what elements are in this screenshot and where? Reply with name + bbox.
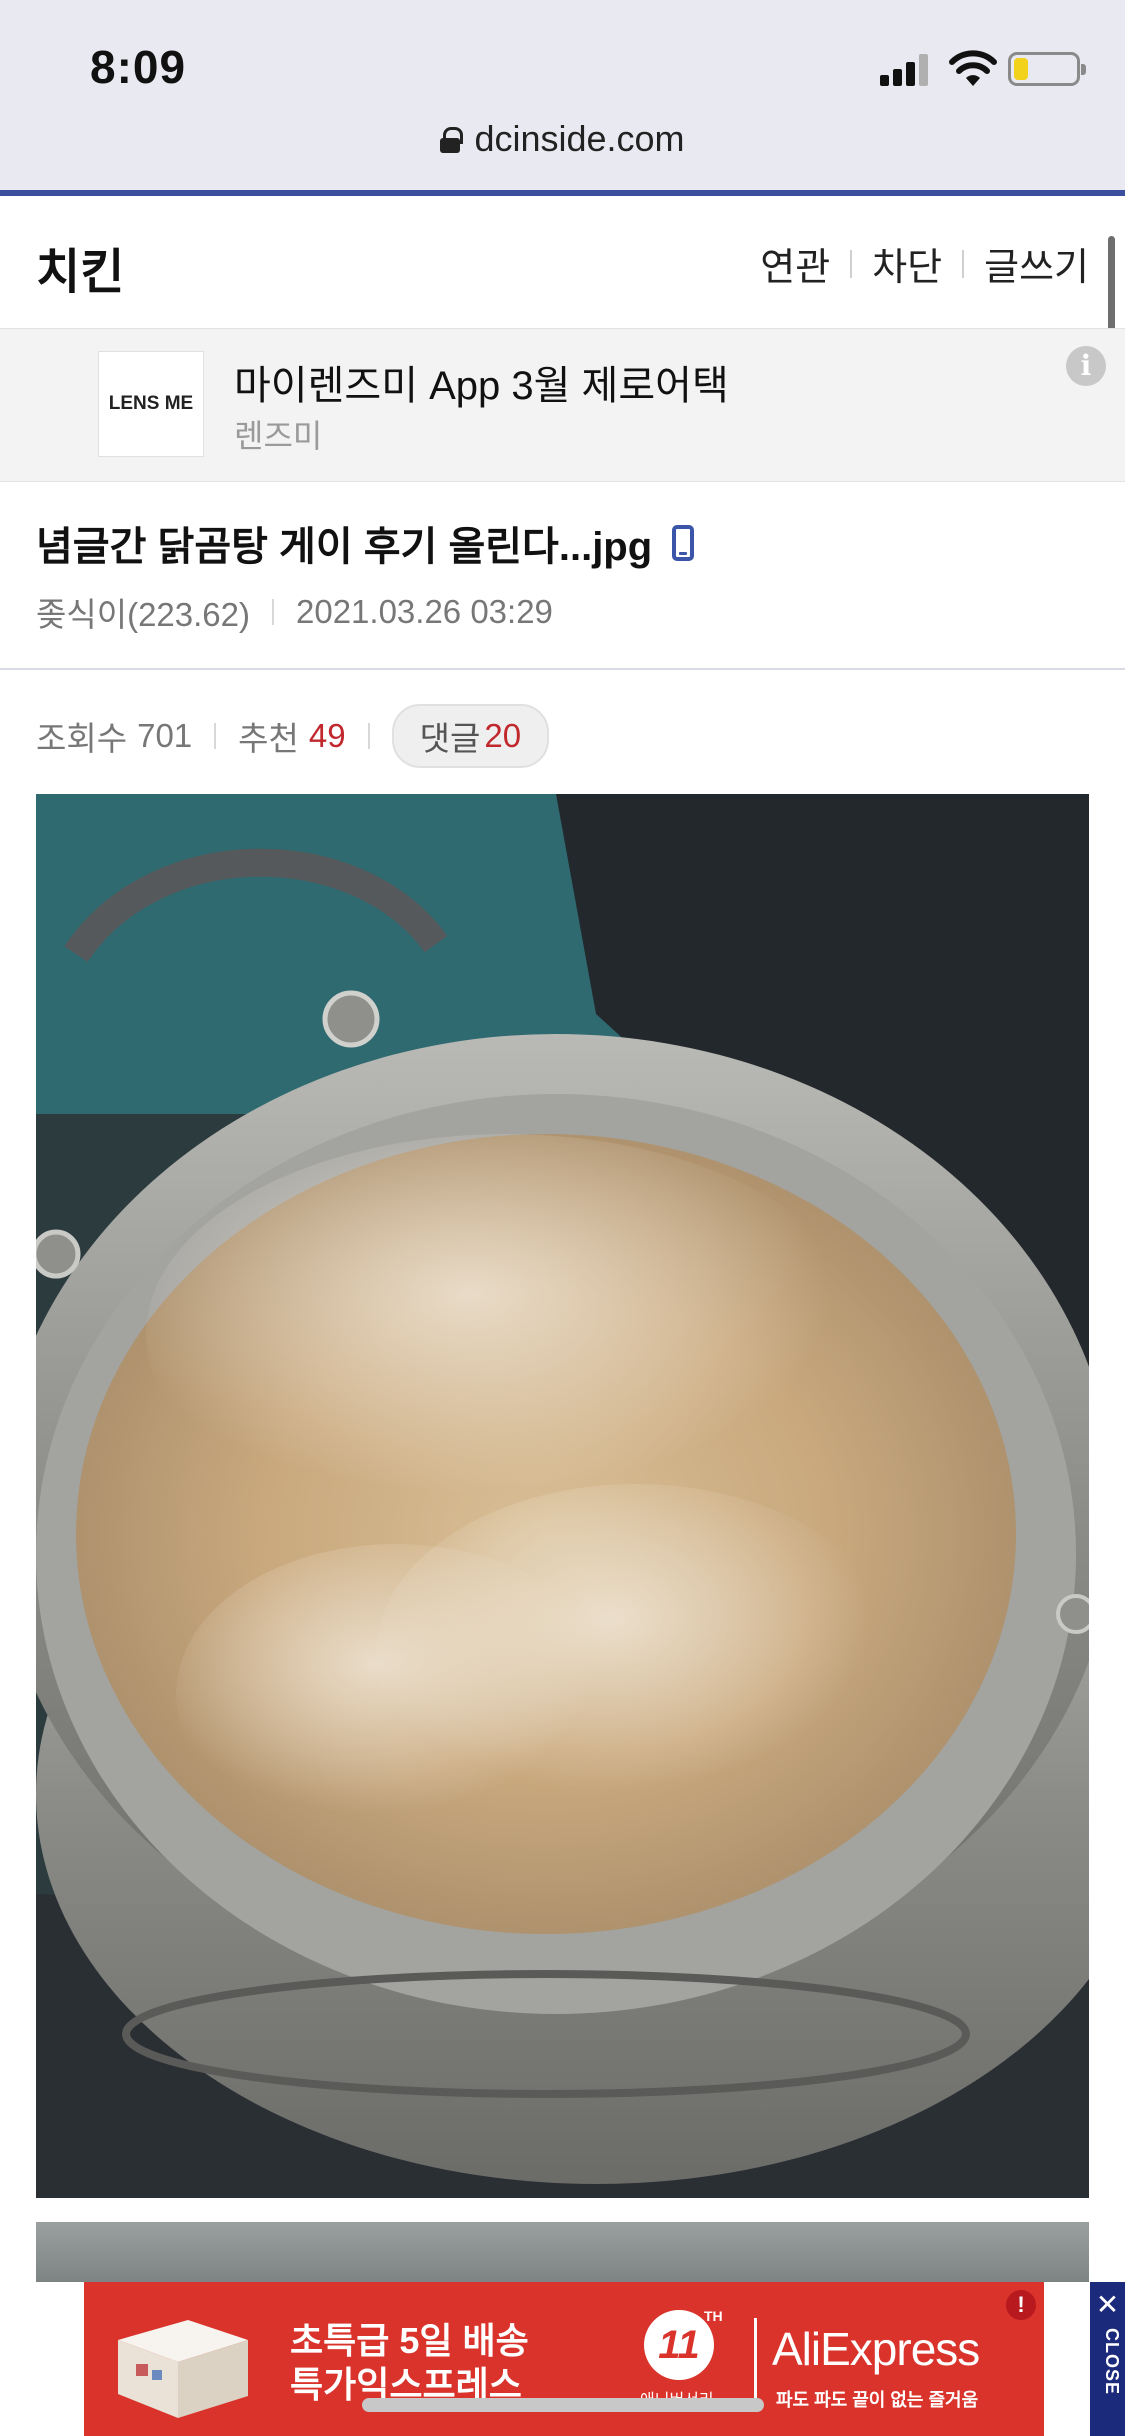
views-count: 701 [137,717,193,754]
post-author[interactable]: 좆식이(223.62) [36,588,250,636]
post-title-text: 념글간 닭곰탕 게이 후기 올린다...jpg [36,525,653,569]
gallery-nav: 연관 차단 글쓰기 [760,236,1089,291]
post-meta: 좆식이(223.62) 2021.03.26 03:29 [36,588,553,636]
browser-top-bar: 8:09 dcinside.com [0,0,1125,190]
post-stats: 조회수 701 추천 49 댓글 20 [36,704,550,768]
post-date: 2021.03.26 03:29 [296,593,553,630]
info-icon[interactable]: i [1066,346,1106,386]
comments-label: 댓글 [419,720,481,757]
comments-count: 20 [484,717,522,754]
write-link[interactable]: 글쓰기 [984,236,1089,291]
ad-slogan: 파도 파도 끝이 없는 즐거움 [776,2390,979,2410]
close-icon: ✕ [1095,2289,1120,2320]
stats-divider [214,723,217,749]
block-link[interactable]: 차단 [872,236,942,291]
lock-icon [440,127,464,153]
comments-button[interactable]: 댓글 20 [391,704,550,768]
sponsored-title[interactable]: 마이렌즈미 App 3월 제로어택 [234,353,729,411]
meta-divider [272,599,274,625]
address-bar[interactable]: dcinside.com [0,118,1125,160]
photo-pot-of-soup [36,794,1089,2198]
gallery-title[interactable]: 치킨 [36,232,124,302]
battery-icon [1008,52,1086,86]
signal-icon [880,52,930,86]
url-text: dcinside.com [474,118,685,159]
ad-close-button[interactable]: ✕ CLOSE [1090,2282,1125,2436]
ad-divider [754,2318,757,2402]
ad-brand: AliExpress [772,2323,980,2375]
nav-divider [850,249,853,278]
mobile-phone-icon [672,525,695,561]
sponsored-banner[interactable]: LENS ME 마이렌즈미 App 3월 제로어택 렌즈미 [0,328,1125,482]
ad-product-image [118,2320,248,2418]
post-photo[interactable] [36,794,1089,2198]
home-indicator[interactable] [362,2398,764,2412]
stats-divider [367,723,370,749]
ad-11th-suffix: TH [704,2308,723,2324]
recommend-count: 49 [308,717,346,754]
post-title: 념글간 닭곰탕 게이 후기 올린다...jpg [36,514,695,572]
close-label: CLOSE [1102,2328,1122,2396]
sponsored-advertiser: 렌즈미 [234,418,323,454]
bottom-ad-banner[interactable]: 초특급 5일 배송 특가익스프레스 11 TH 애니버서리 AliExpress… [84,2282,1044,2436]
recommend-label: 추천 [238,720,299,757]
nav-divider [962,249,965,278]
wifi-icon [949,50,997,86]
views-label: 조회수 [36,720,128,757]
gallery-header: 치킨 연관 차단 글쓰기 [0,196,1125,326]
related-link[interactable]: 연관 [760,236,830,291]
advertiser-logo: LENS ME [98,351,204,457]
ad-alert-icon[interactable]: ! [1006,2290,1036,2320]
section-divider [0,668,1125,670]
status-time: 8:09 [90,41,187,93]
